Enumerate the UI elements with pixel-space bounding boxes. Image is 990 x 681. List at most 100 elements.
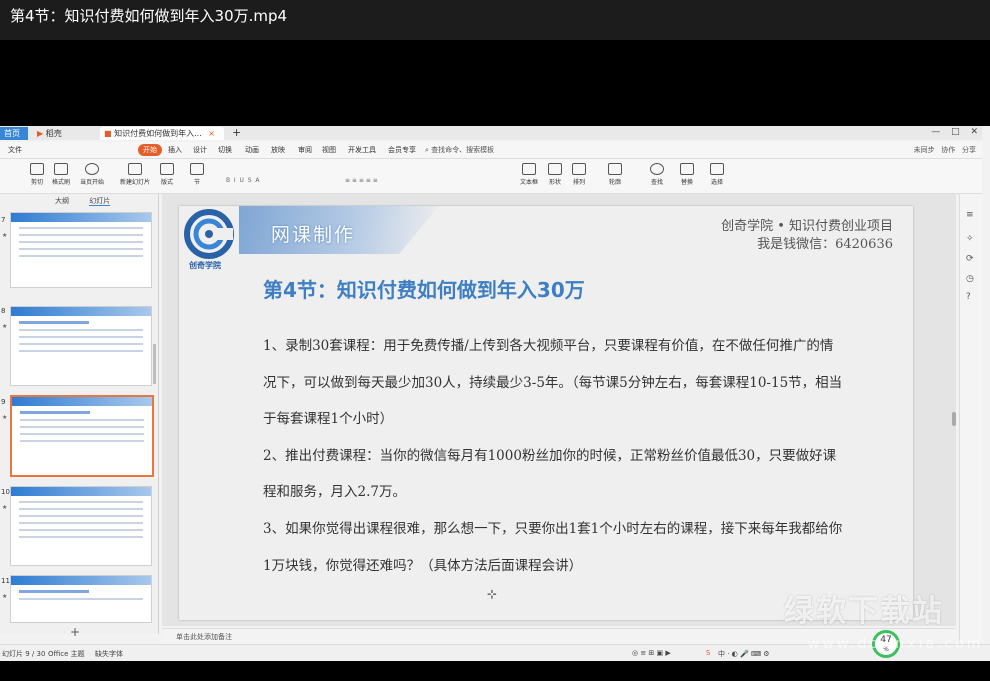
close-tab-icon[interactable]: ×	[208, 129, 215, 138]
help-icon[interactable]: ?	[966, 292, 971, 302]
properties-icon[interactable]: ≡	[966, 210, 974, 220]
menu-design[interactable]: 设计	[193, 145, 207, 155]
theme-name: Office 主题	[48, 650, 85, 658]
textbox-button[interactable]: 文本框	[520, 163, 538, 186]
menu-animation[interactable]: 动画	[245, 145, 259, 155]
slide-number: 9	[1, 398, 6, 406]
ribbon-toolbar: 剪切 格式刷 当页开始 新建幻灯片 版式 节 B I U S A ≡ ≡ ≡ ≡…	[0, 159, 982, 194]
animation-icon[interactable]: ✧	[966, 234, 974, 244]
tab-bar: 首页 ▶ 稻壳 ■ 知识付费如何做到年入... × + — □ ✕	[0, 126, 982, 140]
close-icon[interactable]: ✕	[970, 127, 978, 137]
command-search[interactable]: ⌕ 查找命令、搜索模板	[425, 145, 494, 155]
current-slide[interactable]: 创奇学院 网课制作 创奇学院 • 知识付费创业项目 我是钱微信：6420636 …	[179, 206, 913, 620]
ime-icons[interactable]: 中 · ◐ 🎤 ⌨ ⚙	[718, 649, 770, 659]
slide-number: 7	[1, 216, 6, 224]
tab-document[interactable]: ■ 知识付费如何做到年入... ×	[100, 127, 224, 140]
video-title-bar: 第4节：知识付费如何做到年入30万.mp4	[0, 0, 990, 40]
select-icon	[710, 163, 724, 175]
video-title: 第4节：知识付费如何做到年入30万.mp4	[10, 7, 288, 25]
watermark: 绿软下载站	[784, 586, 944, 630]
search-icon: ⌕	[425, 146, 429, 154]
cut-label: 剪切	[30, 179, 43, 186]
menu-file[interactable]: 文件	[8, 145, 22, 155]
textbox-label: 文本框	[520, 179, 539, 186]
slide-number: 11	[1, 577, 10, 585]
format-painter-label: 格式刷	[52, 179, 71, 186]
tab-docer-label: 稻壳	[45, 129, 62, 138]
canvas-scrollbar[interactable]	[952, 412, 956, 426]
replace-button[interactable]: 替换	[680, 163, 694, 186]
shape-icon	[548, 163, 562, 175]
shape-label: 形状	[548, 179, 561, 186]
font-format-row[interactable]: B I U S A	[226, 177, 259, 184]
paragraph-format-row[interactable]: ≡ ≡ ≡ ≡ ≡	[345, 177, 378, 184]
format-painter-button[interactable]: 格式刷	[52, 163, 70, 186]
play-current-button[interactable]: 当页开始	[80, 163, 104, 186]
chuangqi-logo-icon	[184, 209, 234, 259]
add-slide-button[interactable]: +	[70, 625, 80, 639]
section-label: 节	[193, 179, 200, 186]
menu-view[interactable]: 视图	[322, 145, 336, 155]
right-tool-rail: ≡ ✧ ⟳ ◷ ?	[959, 194, 983, 642]
org-line: 创奇学院 • 知识付费创业项目	[721, 219, 893, 234]
paragraph: 2、推出付费课程：当你的微信每月有1000粉丝加你的时候，正常粉丝价值最低30，…	[263, 447, 837, 501]
cut-button[interactable]: 剪切	[30, 163, 44, 186]
missing-font[interactable]: 缺失字体	[95, 649, 123, 659]
menu-slideshow[interactable]: 放映	[271, 145, 285, 155]
wechat-line: 我是钱微信：6420636	[757, 237, 893, 252]
find-button[interactable]: 查找	[650, 163, 664, 186]
slide-thumbnail[interactable]	[10, 212, 152, 288]
clock-icon[interactable]: ◷	[966, 274, 974, 284]
shape-button[interactable]: 形状	[548, 163, 562, 186]
transition-icon[interactable]: ⟳	[966, 254, 974, 264]
slide-thumbnail[interactable]	[10, 486, 152, 566]
select-label: 选择	[710, 179, 723, 186]
maximize-icon[interactable]: □	[951, 127, 960, 137]
play-icon	[85, 163, 99, 175]
slide-thumbnail[interactable]	[10, 306, 152, 386]
new-slide-button[interactable]: 新建幻灯片	[120, 163, 150, 186]
new-slide-icon	[128, 163, 142, 175]
wps-logo-icon: ▶	[37, 129, 44, 138]
menu-transition[interactable]: 切换	[218, 145, 232, 155]
outline-icon	[608, 163, 622, 175]
menu-developer[interactable]: 开发工具	[348, 145, 376, 155]
tab-home[interactable]: 首页	[0, 127, 28, 140]
command-search-label: 查找命令、搜索模板	[431, 146, 495, 154]
wps-presentation-window: 首页 ▶ 稻壳 ■ 知识付费如何做到年入... × + — □ ✕ 文件 开始 …	[0, 126, 990, 661]
slide-thumbnail[interactable]	[10, 575, 152, 623]
textbox-icon	[522, 163, 536, 175]
notes-placeholder: 单击此处添加备注	[176, 633, 232, 641]
panel-scrollbar[interactable]	[153, 344, 156, 384]
menu-insert[interactable]: 插入	[168, 145, 182, 155]
star-icon: ★	[2, 593, 8, 600]
layout-label: 版式	[160, 179, 173, 186]
new-tab-button[interactable]: +	[232, 126, 241, 139]
menu-start[interactable]: 开始	[138, 144, 162, 156]
menu-member[interactable]: 会员专享	[388, 145, 416, 155]
paragraph: 3、如果你觉得出课程很难，那么想一下，只要你出1套1个小时左右的课程，接下来每年…	[263, 520, 843, 574]
select-button[interactable]: 选择	[710, 163, 724, 186]
layout-button[interactable]: 版式	[160, 163, 174, 186]
collaborate-button[interactable]: 协作	[941, 146, 955, 154]
star-icon: ★	[2, 414, 8, 421]
tab-outline[interactable]: 大纲	[55, 197, 69, 205]
sync-status[interactable]: 未同步	[914, 146, 935, 154]
tab-slides[interactable]: 幻灯片	[89, 197, 111, 206]
ppt-file-icon: ■	[104, 129, 112, 138]
share-button[interactable]: 分享	[962, 146, 976, 154]
panel-tabs: 大纲 幻灯片	[55, 196, 128, 206]
slide-heading: 第4节：知识付费如何做到年入30万	[263, 278, 585, 302]
input-method-icon[interactable]: S	[706, 649, 710, 657]
menu-review[interactable]: 审阅	[298, 145, 312, 155]
status-icons[interactable]: ◎ ≡ ⊞ ▣ ▶	[632, 649, 671, 657]
slide-thumbnail-active[interactable]	[10, 395, 154, 477]
star-icon: ★	[2, 504, 8, 511]
tab-home-label: 首页	[4, 129, 20, 138]
tab-docer[interactable]: ▶ 稻壳	[33, 127, 93, 140]
section-button[interactable]: 节	[190, 163, 204, 186]
arrange-button[interactable]: 排列	[572, 163, 586, 186]
outline-button[interactable]: 轮廓	[608, 163, 622, 186]
paragraph: 1、录制30套课程：用于免费传播/上传到各大视频平台，只要课程有价值，在不做任何…	[263, 338, 843, 428]
minimize-icon[interactable]: —	[931, 127, 940, 137]
